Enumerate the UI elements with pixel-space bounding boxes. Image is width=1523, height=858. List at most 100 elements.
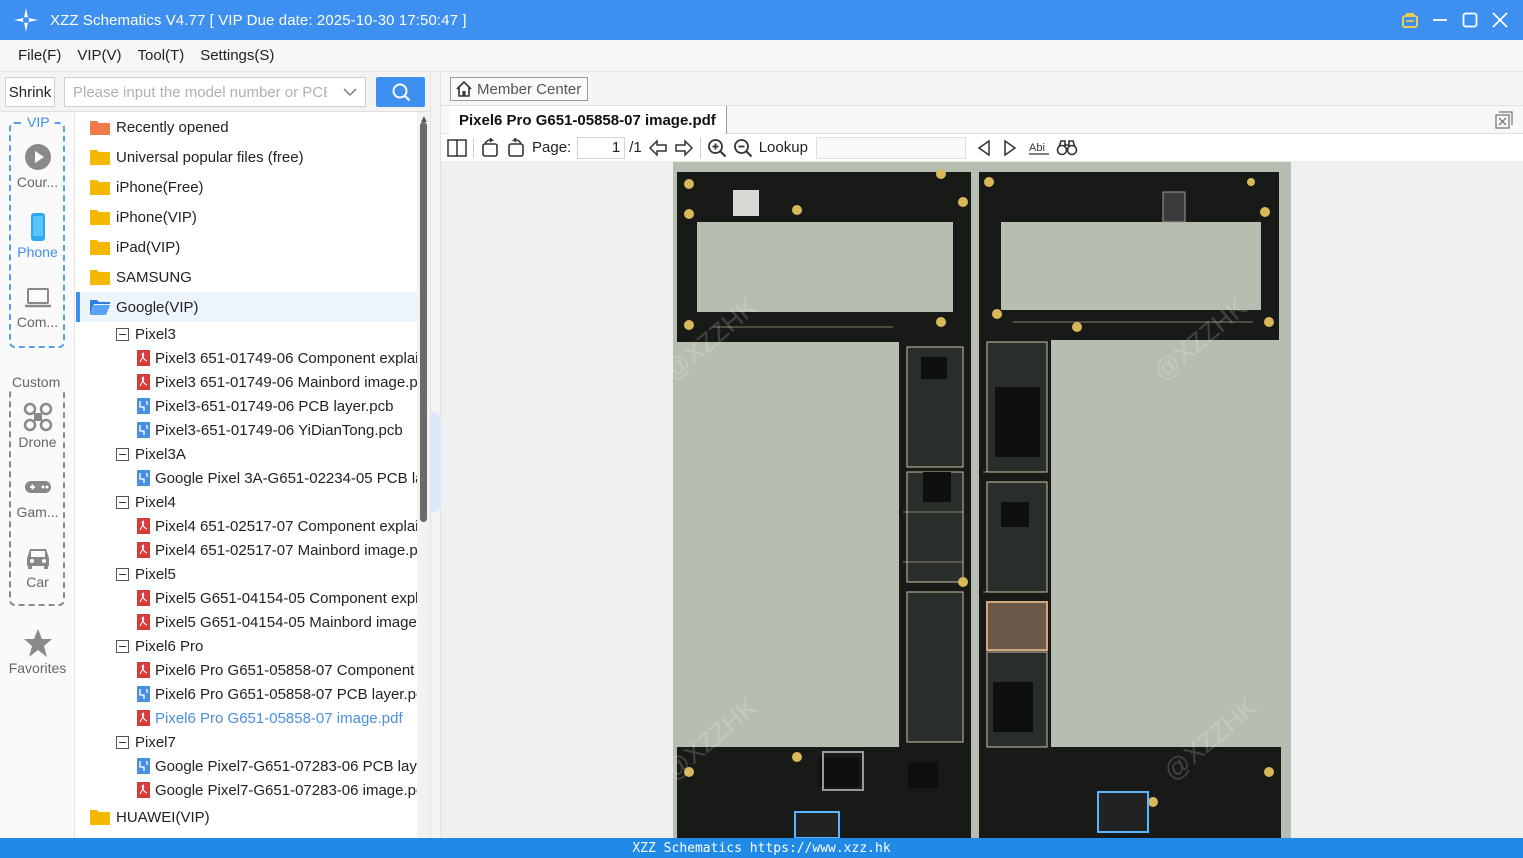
page-number-input[interactable]: 1 bbox=[577, 136, 626, 159]
pcb-file-icon bbox=[137, 758, 150, 774]
tree-file[interactable]: Pixel3-651-01749-06 PCB layer.pcb bbox=[76, 394, 417, 418]
zoom-in-button[interactable] bbox=[707, 138, 727, 158]
lookup-input[interactable] bbox=[815, 136, 966, 159]
play-circle-icon bbox=[24, 144, 51, 170]
search-input[interactable] bbox=[65, 83, 327, 101]
maximize-icon bbox=[1462, 12, 1478, 28]
rail-item-car[interactable]: Car bbox=[0, 542, 75, 590]
tree-file[interactable]: Pixel5 G651-04154-05 Component expl bbox=[76, 586, 417, 610]
tree-group-pixel6-pro[interactable]: Pixel6 Pro bbox=[76, 634, 417, 658]
rail-item-game[interactable]: Gam... bbox=[0, 472, 75, 520]
tree-file[interactable]: Pixel3-651-01749-06 YiDianTong.pcb bbox=[76, 418, 417, 442]
triangle-left-icon bbox=[977, 139, 990, 156]
collapse-toggle-icon[interactable] bbox=[116, 495, 129, 509]
pdf-viewer[interactable]: @XZZHK @XZZHK @XZZHK @XZZHK bbox=[441, 162, 1523, 838]
rail-item-phone[interactable]: Phone bbox=[0, 212, 75, 260]
maximize-button[interactable] bbox=[1459, 6, 1481, 34]
tree-scroll-thumb[interactable] bbox=[420, 122, 427, 522]
tree-folder-google-vip[interactable]: Google(VIP) bbox=[76, 292, 417, 322]
tree-folder-universal[interactable]: Universal popular files (free) bbox=[76, 142, 417, 172]
category-rail: VIP Cour... Phone Com... Custom Drone Ga… bbox=[0, 112, 75, 838]
search-box bbox=[64, 77, 366, 107]
gamepad-icon bbox=[24, 481, 51, 493]
tree-file[interactable]: Pixel3 651-01749-06 Mainbord image.p bbox=[76, 370, 417, 394]
tree-group-pixel5[interactable]: Pixel5 bbox=[76, 562, 417, 586]
find-previous-button[interactable] bbox=[976, 139, 992, 157]
member-center-button[interactable]: Member Center bbox=[450, 77, 589, 101]
tree-folder-iphone-vip[interactable]: iPhone(VIP) bbox=[76, 202, 417, 232]
tree-folder-iphone-free[interactable]: iPhone(Free) bbox=[76, 172, 417, 202]
collapse-toggle-icon[interactable] bbox=[116, 327, 129, 341]
close-tabs-icon[interactable] bbox=[1495, 111, 1513, 129]
rotate-left-button[interactable] bbox=[480, 137, 500, 158]
vip-bag-button[interactable] bbox=[1399, 6, 1421, 34]
rail-item-label: Car bbox=[26, 574, 49, 590]
folder-icon bbox=[90, 240, 110, 255]
search-button[interactable] bbox=[376, 77, 425, 107]
tree-group-pixel4[interactable]: Pixel4 bbox=[76, 490, 417, 514]
tree-folder-huawei-vip[interactable]: HUAWEI(VIP) bbox=[76, 802, 417, 832]
rail-item-favorites[interactable]: Favorites bbox=[0, 628, 75, 676]
pdf-file-icon bbox=[137, 542, 150, 558]
document-tabs: Pixel6 Pro G651-05858-07 image.pdf bbox=[441, 106, 1523, 134]
tree-file[interactable]: Google Pixel 3A-G651-02234-05 PCB la bbox=[76, 466, 417, 490]
menu-tool[interactable]: Tool(T) bbox=[138, 47, 185, 64]
tree-file[interactable]: Google Pixel7-G651-07283-06 image.pd bbox=[76, 778, 417, 802]
custom-group-label: Custom bbox=[11, 374, 62, 390]
tree-folder-ipad-vip[interactable]: iPad(VIP) bbox=[76, 232, 417, 262]
tab-pdf-document[interactable]: Pixel6 Pro G651-05858-07 image.pdf bbox=[449, 106, 727, 134]
pcb-file-icon bbox=[137, 470, 150, 486]
rail-item-course[interactable]: Cour... bbox=[0, 142, 75, 190]
binoculars-icon bbox=[1056, 139, 1078, 155]
tree-group-pixel3[interactable]: Pixel3 bbox=[76, 322, 417, 346]
pcb-board-image: @XZZHK @XZZHK @XZZHK @XZZHK bbox=[673, 162, 1291, 838]
collapse-toggle-icon[interactable] bbox=[116, 447, 129, 461]
tree-file[interactable]: Pixel4 651-02517-07 Component explai bbox=[76, 514, 417, 538]
title-bar: XZZ Schematics V4.77 [ VIP Due date: 202… bbox=[0, 0, 1523, 40]
tree-group-pixel3a[interactable]: Pixel3A bbox=[76, 442, 417, 466]
right-toolbar: Member Center bbox=[441, 72, 1523, 106]
folder-open-icon bbox=[90, 300, 110, 315]
folder-icon bbox=[90, 150, 110, 165]
pdf-file-icon bbox=[137, 662, 150, 678]
rail-item-computer[interactable]: Com... bbox=[0, 282, 75, 330]
tree-file-active[interactable]: Pixel6 Pro G651-05858-07 image.pdf bbox=[76, 706, 417, 730]
collapse-panel-handle[interactable] bbox=[431, 412, 441, 512]
close-button[interactable] bbox=[1489, 6, 1511, 34]
collapse-toggle-icon[interactable] bbox=[116, 639, 129, 653]
tree-file[interactable]: Pixel6 Pro G651-05858-07 Component bbox=[76, 658, 417, 682]
folder-icon bbox=[90, 270, 110, 285]
tree-file[interactable]: Pixel3 651-01749-06 Component explai bbox=[76, 346, 417, 370]
zoom-out-icon bbox=[733, 138, 752, 157]
split-view-icon bbox=[447, 138, 467, 157]
menu-settings[interactable]: Settings(S) bbox=[200, 47, 274, 64]
menu-vip[interactable]: VIP(V) bbox=[77, 47, 121, 64]
tree-file[interactable]: Google Pixel7-G651-07283-06 PCB laye bbox=[76, 754, 417, 778]
pdf-file-icon bbox=[137, 614, 150, 630]
collapse-toggle-icon[interactable] bbox=[116, 567, 129, 581]
rotate-right-button[interactable] bbox=[506, 137, 526, 158]
shrink-button[interactable]: Shrink bbox=[5, 77, 55, 107]
collapse-toggle-icon[interactable] bbox=[116, 735, 129, 749]
zoom-out-button[interactable] bbox=[733, 138, 753, 158]
chevron-down-icon[interactable] bbox=[343, 84, 357, 100]
arrow-left-icon bbox=[648, 138, 667, 157]
match-case-button[interactable]: Abi bbox=[1028, 139, 1050, 157]
rail-item-label: Gam... bbox=[16, 504, 59, 520]
tree-folder-samsung[interactable]: SAMSUNG bbox=[76, 262, 417, 292]
find-next-button[interactable] bbox=[1002, 139, 1018, 157]
tree-group-pixel7[interactable]: Pixel7 bbox=[76, 730, 417, 754]
minimize-button[interactable] bbox=[1429, 6, 1451, 34]
rail-item-drone[interactable]: Drone bbox=[0, 402, 75, 450]
tree-file[interactable]: Pixel6 Pro G651-05858-07 PCB layer.pcl bbox=[76, 682, 417, 706]
find-binoculars-button[interactable] bbox=[1056, 139, 1078, 157]
tree-folder-recent[interactable]: Recently opened bbox=[76, 112, 417, 142]
tree-file[interactable]: Pixel5 G651-04154-05 Mainbord image bbox=[76, 610, 417, 634]
menu-file[interactable]: File(F) bbox=[18, 47, 61, 64]
pcb-file-icon bbox=[137, 422, 150, 438]
sidebar-toggle-button[interactable] bbox=[447, 138, 467, 157]
prev-page-button[interactable] bbox=[648, 138, 668, 157]
tree-file[interactable]: Pixel4 651-02517-07 Mainbord image.p bbox=[76, 538, 417, 562]
menu-bar: File(F) VIP(V) Tool(T) Settings(S) bbox=[0, 40, 1523, 72]
next-page-button[interactable] bbox=[674, 138, 694, 157]
